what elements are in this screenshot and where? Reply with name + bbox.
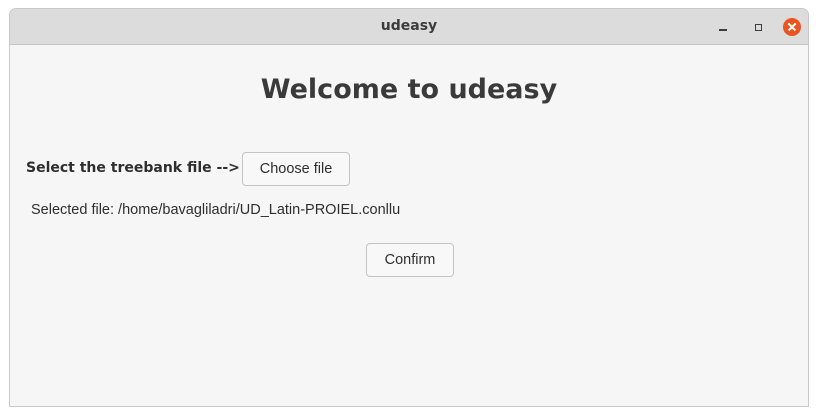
minimize-icon bbox=[719, 29, 727, 31]
title-bar[interactable]: udeasy bbox=[10, 9, 808, 45]
confirm-button[interactable]: Confirm bbox=[366, 243, 454, 277]
close-button[interactable] bbox=[781, 16, 803, 38]
selected-file-text: Selected file: /home/bavagliladri/UD_Lat… bbox=[31, 202, 401, 218]
app-window: udeasy Welcome to udeasy Select the tree… bbox=[9, 8, 809, 407]
choose-file-button[interactable]: Choose file bbox=[242, 152, 350, 186]
close-icon bbox=[783, 18, 801, 36]
minimize-button[interactable] bbox=[712, 16, 734, 38]
page-title: Welcome to udeasy bbox=[260, 74, 558, 105]
maximize-button[interactable] bbox=[747, 16, 769, 38]
select-treebank-label: Select the treebank file --> bbox=[26, 160, 240, 176]
window-title: udeasy bbox=[380, 18, 438, 34]
maximize-icon bbox=[754, 23, 762, 31]
